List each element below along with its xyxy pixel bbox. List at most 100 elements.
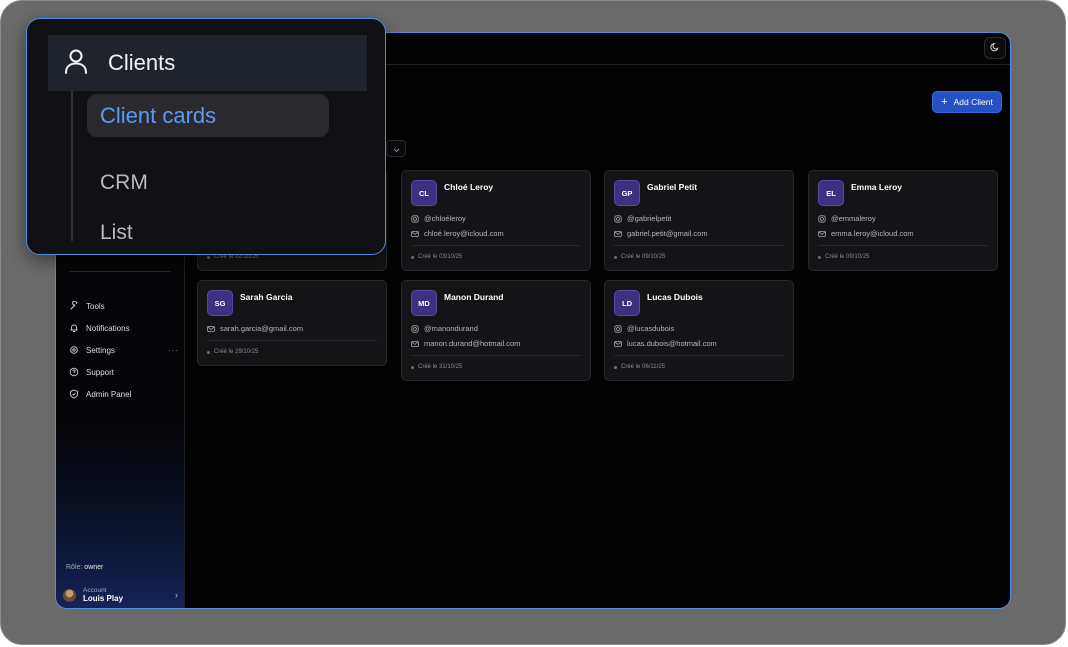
filter-dropdown[interactable]	[386, 140, 406, 157]
sidebar-nav: Tools Notifications Settings ··· Support…	[69, 295, 179, 405]
avatar	[63, 588, 76, 602]
instagram-handle[interactable]: @emmaleroy	[831, 214, 876, 223]
mail-icon	[818, 230, 826, 238]
plus-icon: +	[941, 95, 948, 108]
email-address[interactable]: lucas.dubois@hotmail.com	[627, 339, 717, 348]
client-card[interactable]: CL Chloé Leroy @chloéleroy chloé.leroy@i…	[401, 170, 591, 271]
mail-icon	[411, 230, 419, 238]
nav-item-client-cards[interactable]: Client cards	[87, 94, 329, 137]
card-divider	[411, 245, 581, 246]
sidebar-item-notifications[interactable]: Notifications	[69, 317, 179, 339]
email-row: sarah.garcia@gmail.com	[207, 324, 303, 333]
email-address[interactable]: gabriel.petit@gmail.com	[627, 229, 708, 238]
client-card[interactable]: SG Sarah Garcia sarah.garcia@gmail.com C…	[197, 280, 387, 366]
card-date: Créé le 29/10/25	[207, 349, 258, 355]
zoom-callout: Clients Client cards CRM List	[26, 18, 386, 255]
instagram-handle[interactable]: @lucasdubois	[627, 324, 674, 333]
sidebar-item-admin-panel[interactable]: Admin Panel	[69, 383, 179, 405]
instagram-row: @gabrielpetit	[614, 214, 671, 223]
wrench-icon	[69, 301, 79, 311]
client-card[interactable]: LD Lucas Dubois @lucasdubois lucas.duboi…	[604, 280, 794, 381]
clients-section-header[interactable]: Clients	[48, 35, 367, 91]
instagram-row: @lucasdubois	[614, 324, 674, 333]
instagram-icon	[411, 324, 419, 333]
email-row: gabriel.petit@gmail.com	[614, 229, 708, 238]
mail-icon	[411, 340, 419, 348]
account-switcher[interactable]: Account Louis Play ›	[63, 584, 178, 606]
sidebar-item-settings[interactable]: Settings ···	[69, 339, 179, 361]
bullet-icon	[411, 255, 414, 259]
more-icon[interactable]: ···	[168, 346, 179, 355]
client-name: Emma Leroy	[851, 182, 903, 192]
instagram-icon	[614, 324, 622, 333]
client-avatar: GP	[614, 180, 640, 206]
client-card[interactable]: GP Gabriel Petit @gabrielpetit gabriel.p…	[604, 170, 794, 271]
client-avatar: SG	[207, 290, 233, 316]
client-card[interactable]: EL Emma Leroy @emmaleroy emma.leroy@iclo…	[808, 170, 998, 271]
user-icon	[62, 47, 90, 80]
role-label: Rôle:	[66, 564, 83, 571]
email-address[interactable]: sarah.garcia@gmail.com	[220, 324, 303, 333]
client-name: Gabriel Petit	[647, 182, 698, 192]
instagram-row: @chloéleroy	[411, 214, 466, 223]
card-divider	[818, 245, 988, 246]
instagram-handle[interactable]: @chloéleroy	[424, 214, 466, 223]
client-avatar: LD	[614, 290, 640, 316]
moon-icon	[990, 39, 1000, 57]
email-row: lucas.dubois@hotmail.com	[614, 339, 717, 348]
role-value: owner	[84, 564, 104, 571]
sidebar-item-tools[interactable]: Tools	[69, 295, 179, 317]
nav-item-list[interactable]: List	[100, 221, 133, 245]
email-address[interactable]: emma.leroy@icloud.com	[831, 229, 914, 238]
client-avatar: EL	[818, 180, 844, 206]
card-divider	[411, 355, 581, 356]
client-avatar: CL	[411, 180, 437, 206]
sidebar-divider	[69, 271, 171, 272]
account-label: Account	[83, 586, 107, 594]
card-divider	[614, 355, 784, 356]
gear-icon	[69, 345, 79, 355]
instagram-handle[interactable]: @gabrielpetit	[627, 214, 671, 223]
sidebar-item-label: Settings	[86, 345, 115, 355]
instagram-handle[interactable]: @manondurand	[424, 324, 478, 333]
role-indicator: Rôle: owner	[66, 564, 103, 571]
email-address[interactable]: chloé.leroy@icloud.com	[424, 229, 504, 238]
mail-icon	[614, 230, 622, 238]
section-title: Clients	[108, 50, 176, 75]
instagram-icon	[614, 214, 622, 223]
email-row: emma.leroy@icloud.com	[818, 229, 914, 238]
sidebar-item-label: Support	[86, 367, 115, 377]
instagram-row: @manondurand	[411, 324, 478, 333]
client-name: Sarah Garcia	[240, 292, 293, 302]
bell-icon	[69, 323, 79, 333]
theme-toggle-button[interactable]	[984, 37, 1006, 59]
tree-line	[71, 91, 73, 241]
sidebar-item-support[interactable]: Support	[69, 361, 179, 383]
card-date: Créé le 09/10/25	[614, 254, 665, 260]
email-address[interactable]: manon.durand@hotmail.com	[424, 339, 520, 348]
card-divider	[207, 340, 377, 341]
chevron-right-icon: ›	[175, 590, 178, 600]
bullet-icon	[818, 255, 821, 259]
sidebar-item-label: Admin Panel	[86, 389, 132, 399]
instagram-icon	[411, 214, 419, 223]
client-card[interactable]: MD Manon Durand @manondurand manon.duran…	[401, 280, 591, 381]
client-avatar: MD	[411, 290, 437, 316]
email-row: manon.durand@hotmail.com	[411, 339, 520, 348]
nav-item-crm[interactable]: CRM	[100, 171, 148, 195]
sidebar-item-label: Notifications	[86, 323, 130, 333]
card-date: Créé le 09/10/25	[818, 254, 869, 260]
chevron-down-icon	[393, 140, 400, 158]
client-name: Chloé Leroy	[444, 182, 494, 192]
sidebar-item-label: Tools	[86, 301, 105, 311]
card-divider	[614, 245, 784, 246]
account-name: Louis Play	[83, 594, 124, 604]
bullet-icon	[411, 365, 414, 369]
mail-icon	[614, 340, 622, 348]
bullet-icon	[207, 255, 210, 259]
instagram-icon	[818, 214, 826, 223]
client-name: Lucas Dubois	[647, 292, 703, 302]
add-client-button[interactable]: + Add Client	[932, 91, 1002, 113]
shield-icon	[69, 389, 79, 399]
instagram-row: @emmaleroy	[818, 214, 876, 223]
